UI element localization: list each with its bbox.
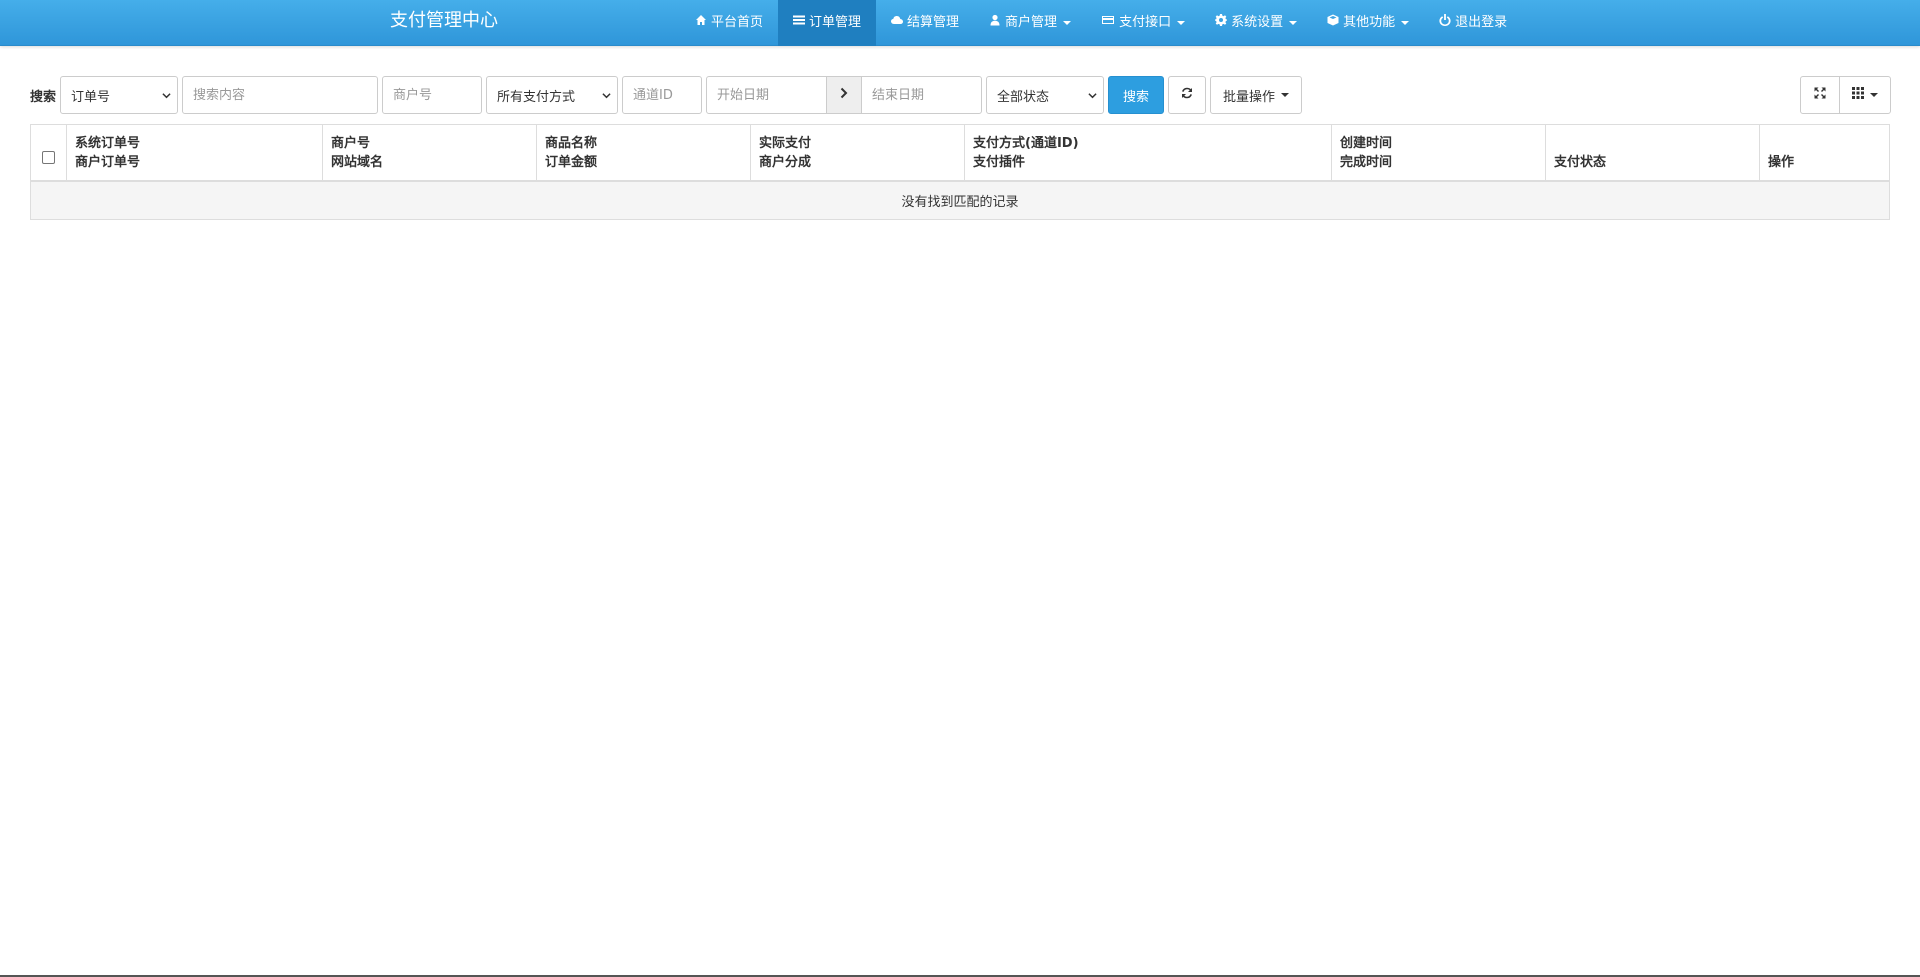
caret-down-icon — [1289, 21, 1298, 25]
channel-id-input[interactable] — [622, 76, 703, 114]
paytype-select-wrap: 所有支付方式 — [486, 76, 619, 114]
field-select[interactable]: 订单号 — [60, 76, 179, 114]
nav-item-label: 支付接口 — [1119, 15, 1172, 30]
home-icon — [695, 2, 707, 44]
nav-item-label: 退出登录 — [1455, 15, 1508, 30]
column-header-time[interactable]: 创建时间 完成时间 — [1332, 125, 1546, 180]
select-all-checkbox[interactable] — [42, 151, 55, 164]
column-header-line2: 完成时间 — [1340, 155, 1393, 170]
column-header-line2: 网站域名 — [331, 155, 384, 170]
nav-item-logout[interactable]: 退出登录 — [1424, 0, 1522, 46]
caret-down-icon — [1281, 93, 1290, 97]
brand-title[interactable]: 支付管理中心 — [390, 0, 498, 46]
nav-item-label: 其他功能 — [1343, 15, 1396, 30]
caret-down-icon — [1063, 21, 1072, 25]
gear-icon — [1215, 2, 1228, 44]
search-label: 搜索 — [30, 89, 57, 105]
search-input[interactable] — [182, 76, 379, 114]
nav-item-other-functions[interactable]: 其他功能 — [1312, 0, 1424, 46]
date-range-separator — [826, 76, 863, 114]
caret-down-icon — [1870, 93, 1878, 97]
nav-item-settlement[interactable]: 结算管理 — [876, 0, 974, 46]
cloud-icon — [891, 2, 904, 44]
nav-item-label: 商户管理 — [1005, 15, 1058, 30]
date-range-group — [706, 76, 983, 114]
columns-toggle-button[interactable] — [1839, 76, 1891, 114]
start-date-input[interactable] — [706, 76, 828, 114]
column-header-line2: 支付插件 — [973, 155, 1026, 170]
cube-icon — [1327, 2, 1339, 44]
column-header-product[interactable]: 商品名称 订单金额 — [537, 125, 751, 180]
top-navbar: 支付管理中心 平台首页 订单管理 结算管理 商户管理 支付接口 系统设置 其他功… — [0, 0, 1920, 46]
user-icon — [989, 2, 1001, 44]
column-header-line1: 支付方式(通道ID) — [973, 136, 1079, 151]
column-header-merchant[interactable]: 商户号 网站域名 — [323, 125, 537, 180]
column-header-order-no[interactable]: 系统订单号 商户订单号 — [67, 125, 323, 180]
caret-down-icon — [1177, 21, 1186, 25]
nav-item-system-settings[interactable]: 系统设置 — [1200, 0, 1312, 46]
column-header-line1: 商户号 — [331, 136, 371, 151]
column-header-line1: 系统订单号 — [75, 136, 141, 151]
nav-item-label: 平台首页 — [711, 15, 764, 30]
search-button[interactable]: 搜索 — [1108, 76, 1165, 114]
table-tools — [1800, 76, 1891, 114]
main-nav: 平台首页 订单管理 结算管理 商户管理 支付接口 系统设置 其他功能 退出登录 — [680, 0, 1522, 46]
credit-card-icon — [1101, 2, 1115, 44]
fullscreen-button[interactable] — [1800, 76, 1840, 114]
caret-down-icon — [1401, 21, 1410, 25]
table-header: 系统订单号 商户订单号 商户号 网站域名 商品名称 订单金额 实际支付 商户分成… — [31, 125, 1889, 182]
nav-item-orders[interactable]: 订单管理 — [778, 0, 877, 46]
column-header-line2: 商户分成 — [759, 155, 812, 170]
column-header-line1: 创建时间 — [1340, 136, 1393, 151]
column-header-payment[interactable]: 实际支付 商户分成 — [751, 125, 965, 180]
grid-icon — [1852, 87, 1864, 103]
nav-item-home[interactable]: 平台首页 — [680, 0, 778, 46]
list-icon — [793, 2, 806, 44]
nav-item-label: 结算管理 — [907, 15, 960, 30]
column-header-line1: 实际支付 — [759, 136, 812, 151]
column-header-pay-method[interactable]: 支付方式(通道ID) 支付插件 — [965, 125, 1332, 180]
fullscreen-icon — [1814, 87, 1826, 103]
column-header-line1: 商品名称 — [545, 136, 598, 151]
column-header-line2: 支付状态 — [1554, 155, 1607, 170]
nav-item-merchants[interactable]: 商户管理 — [974, 0, 1086, 46]
chevron-right-icon — [839, 87, 849, 103]
field-select-wrap: 订单号 — [60, 76, 179, 114]
batch-actions-button[interactable]: 批量操作 — [1210, 76, 1303, 114]
refresh-button[interactable] — [1168, 76, 1207, 114]
refresh-icon — [1181, 87, 1193, 103]
column-header-actions: 操作 — [1760, 125, 1889, 180]
column-header-line2: 操作 — [1768, 155, 1795, 170]
column-header-status[interactable]: 支付状态 — [1546, 125, 1760, 180]
end-date-input[interactable] — [861, 76, 983, 114]
column-header-line2: 商户订单号 — [75, 155, 141, 170]
merchant-id-input[interactable] — [382, 76, 483, 114]
nav-item-label: 订单管理 — [809, 15, 862, 30]
status-select-wrap: 全部状态 — [986, 76, 1105, 114]
paytype-select[interactable]: 所有支付方式 — [486, 76, 619, 114]
status-select[interactable]: 全部状态 — [986, 76, 1105, 114]
column-header-line2: 订单金额 — [545, 155, 598, 170]
nav-item-payment-api[interactable]: 支付接口 — [1086, 0, 1200, 46]
power-icon — [1439, 2, 1451, 44]
orders-table: 系统订单号 商户订单号 商户号 网站域名 商品名称 订单金额 实际支付 商户分成… — [30, 124, 1890, 220]
header-select-all — [31, 125, 67, 180]
batch-actions-label: 批量操作 — [1223, 89, 1276, 105]
search-toolbar: 搜索 订单号 所有支付方式 全部状态 搜索 批量操作 — [30, 76, 1306, 114]
empty-table-message: 没有找到匹配的记录 — [31, 182, 1889, 219]
nav-item-label: 系统设置 — [1231, 15, 1284, 30]
